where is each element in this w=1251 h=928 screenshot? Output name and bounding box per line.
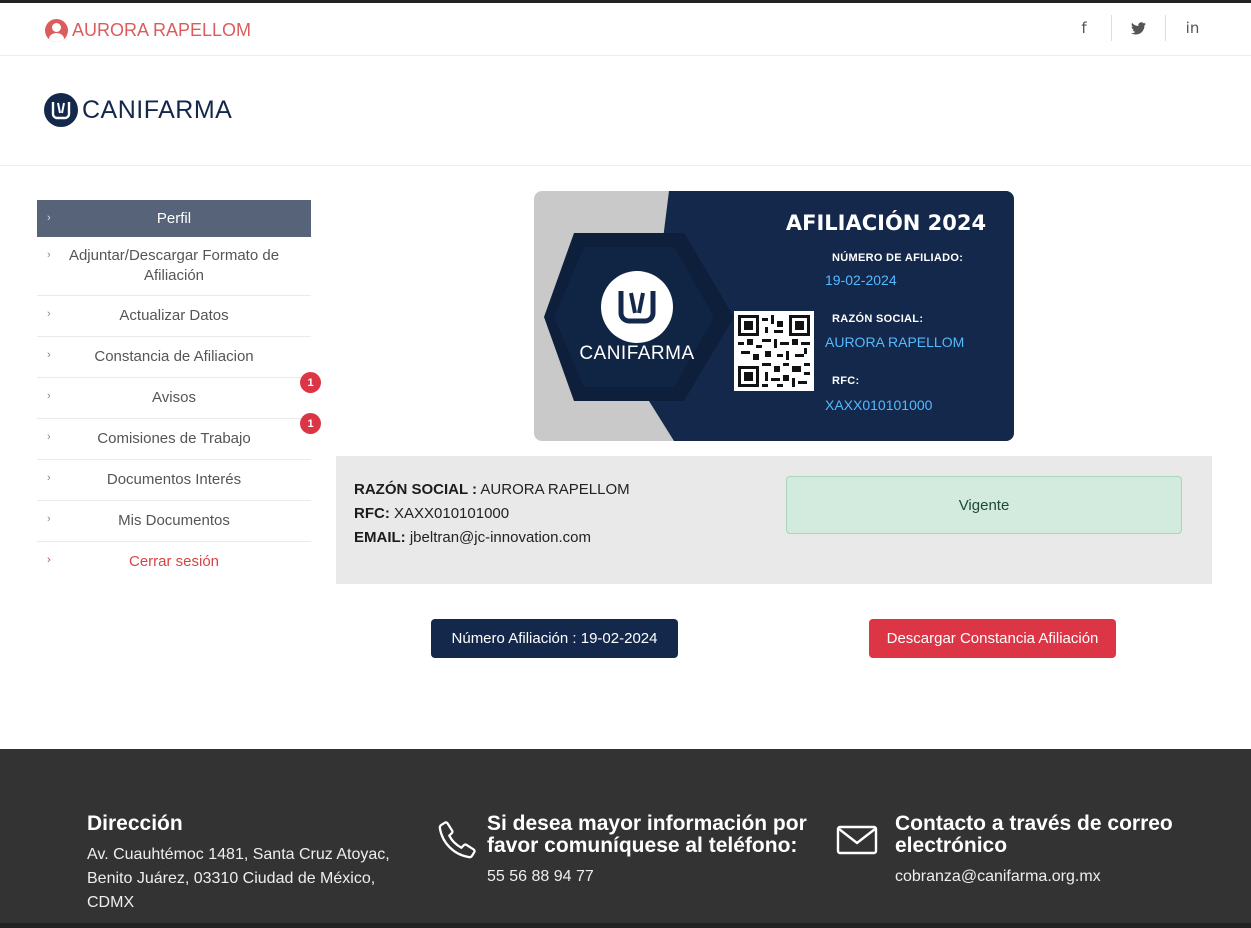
chevron-right-icon: › — [47, 472, 51, 484]
chevron-right-icon: › — [47, 249, 51, 261]
chevron-right-icon: › — [47, 212, 51, 224]
sidebar-item-label: Cerrar sesión — [128, 553, 220, 570]
card-logo-circle — [601, 271, 673, 343]
sidebar-item-constancia[interactable]: › Constancia de Afiliacion — [37, 337, 311, 378]
phone-icon — [438, 821, 476, 859]
footer-phone-title: Si desea mayor información por favor com… — [487, 812, 807, 857]
card-logo-text: CANIFARMA — [579, 343, 695, 364]
card-numero-value: 19-02-2024 — [825, 272, 897, 288]
sidebar-item-label: Documentos Interés — [106, 471, 242, 488]
profile-details: RAZÓN SOCIAL : AURORA RAPELLOM RFC: XAXX… — [354, 478, 630, 550]
user-name: AURORA RAPELLOM — [72, 20, 252, 40]
razon-social-value: AURORA RAPELLOM — [480, 481, 630, 498]
footer-email-title: Contacto a través de correo electrónico — [895, 812, 1173, 857]
linkedin-icon: in — [1185, 19, 1200, 37]
footer-address-text: Av. Cuauhtémoc 1481, Santa Cruz Atoyac, … — [87, 846, 390, 911]
canifarma-logo-mark-icon — [44, 93, 78, 127]
social-spacer — [1219, 15, 1251, 41]
card-razon-label: RAZÓN SOCIAL: — [832, 313, 924, 325]
notification-badge: 1 — [300, 413, 321, 434]
social-links: f in — [1057, 15, 1251, 41]
sidebar-item-perfil[interactable]: › Perfil — [37, 200, 311, 237]
chevron-right-icon: › — [47, 349, 51, 361]
footer-bottom-strip — [0, 923, 1251, 928]
card-rfc-value: XAXX010101000 — [825, 397, 933, 413]
sidebar-menu: › Perfil › Adjuntar/Descargar Formato de… — [37, 200, 321, 582]
footer-address: Dirección Av. Cuauhtémoc 1481, Santa Cru… — [87, 813, 407, 915]
card-title: AFILIACIÓN 2024 — [785, 211, 987, 235]
chevron-right-icon: › — [47, 308, 51, 320]
facebook-icon: f — [1081, 19, 1087, 37]
sidebar-item-documentos-interes[interactable]: › Documentos Interés — [37, 460, 311, 501]
chevron-right-icon: › — [47, 513, 51, 525]
rfc-value: XAXX010101000 — [394, 505, 510, 522]
profile-info-panel: RAZÓN SOCIAL : AURORA RAPELLOM RFC: XAXX… — [336, 456, 1212, 584]
email-row: EMAIL: jbeltran@jc-innovation.com — [354, 526, 630, 550]
footer-email-value[interactable]: cobranza@canifarma.org.mx — [895, 865, 1215, 889]
footer: Dirección Av. Cuauhtémoc 1481, Santa Cru… — [0, 749, 1251, 928]
notification-badge: 1 — [300, 372, 321, 393]
chevron-right-icon: › — [47, 554, 51, 566]
footer-phone-value[interactable]: 55 56 88 94 77 — [487, 865, 827, 889]
sidebar-item-cerrar-sesion[interactable]: › Cerrar sesión — [37, 542, 311, 582]
logo-bar: CANIFARMA — [0, 56, 1251, 166]
linkedin-link[interactable]: in — [1165, 15, 1219, 41]
mail-icon — [836, 825, 878, 855]
razon-social-label: RAZÓN SOCIAL : — [354, 481, 478, 498]
sidebar-item-label: Perfil — [156, 209, 192, 227]
card-numero-label: NÚMERO DE AFILIADO: — [832, 252, 964, 264]
sidebar-item-actualizar-datos[interactable]: › Actualizar Datos — [37, 296, 311, 337]
rfc-label: RFC: — [354, 505, 390, 522]
card-rfc-label: RFC: — [832, 375, 860, 387]
sidebar-item-avisos[interactable]: › Avisos 1 — [37, 372, 321, 419]
top-bar: AURORA RAPELLOM f in — [0, 3, 1251, 56]
sidebar-item-label: Avisos — [152, 389, 196, 406]
facebook-link[interactable]: f — [1057, 15, 1111, 41]
canifarma-logo[interactable]: CANIFARMA — [44, 93, 232, 127]
razon-social-row: RAZÓN SOCIAL : AURORA RAPELLOM — [354, 478, 630, 502]
card-razon-value: AURORA RAPELLOM — [825, 334, 965, 350]
sidebar-item-label: Mis Documentos — [118, 512, 230, 529]
numero-afiliacion-button[interactable]: Número Afiliación : 19-02-2024 — [431, 619, 678, 658]
sidebar-item-label: Actualizar Datos — [119, 307, 229, 324]
logo-text: CANIFARMA — [82, 95, 233, 124]
download-constancia-button[interactable]: Descargar Constancia Afiliación — [869, 619, 1116, 658]
rfc-row: RFC: XAXX010101000 — [354, 502, 630, 526]
email-label: EMAIL: — [354, 529, 406, 546]
user-icon — [45, 19, 68, 42]
twitter-icon — [1131, 21, 1146, 34]
email-value: jbeltran@jc-innovation.com — [409, 529, 591, 546]
chevron-right-icon: › — [47, 390, 51, 402]
footer-address-title: Dirección — [87, 812, 183, 835]
footer-phone: Si desea mayor información por favor com… — [487, 813, 827, 889]
footer-email: Contacto a través de correo electrónico … — [895, 813, 1215, 889]
user-profile-link[interactable]: AURORA RAPELLOM — [45, 19, 251, 42]
sidebar-item-mis-documentos[interactable]: › Mis Documentos — [37, 501, 311, 542]
sidebar-item-label: Comisiones de Trabajo — [97, 430, 251, 447]
sidebar-item-label: Constancia de Afiliacion — [94, 348, 254, 365]
chevron-right-icon: › — [47, 431, 51, 443]
twitter-link[interactable] — [1111, 15, 1165, 41]
sidebar-item-comisiones[interactable]: › Comisiones de Trabajo 1 — [37, 413, 321, 460]
sidebar-item-formato-afiliacion[interactable]: › Adjuntar/Descargar Formato de Afiliaci… — [37, 237, 311, 296]
status-badge: Vigente — [786, 476, 1182, 534]
sidebar-item-label: Adjuntar/Descargar Formato de Afiliación — [68, 247, 280, 284]
affiliation-card: CANIFARMA AFILIACIÓN 2024 NÚMERO DE AFIL… — [534, 191, 1014, 441]
qr-code-icon — [734, 311, 814, 391]
